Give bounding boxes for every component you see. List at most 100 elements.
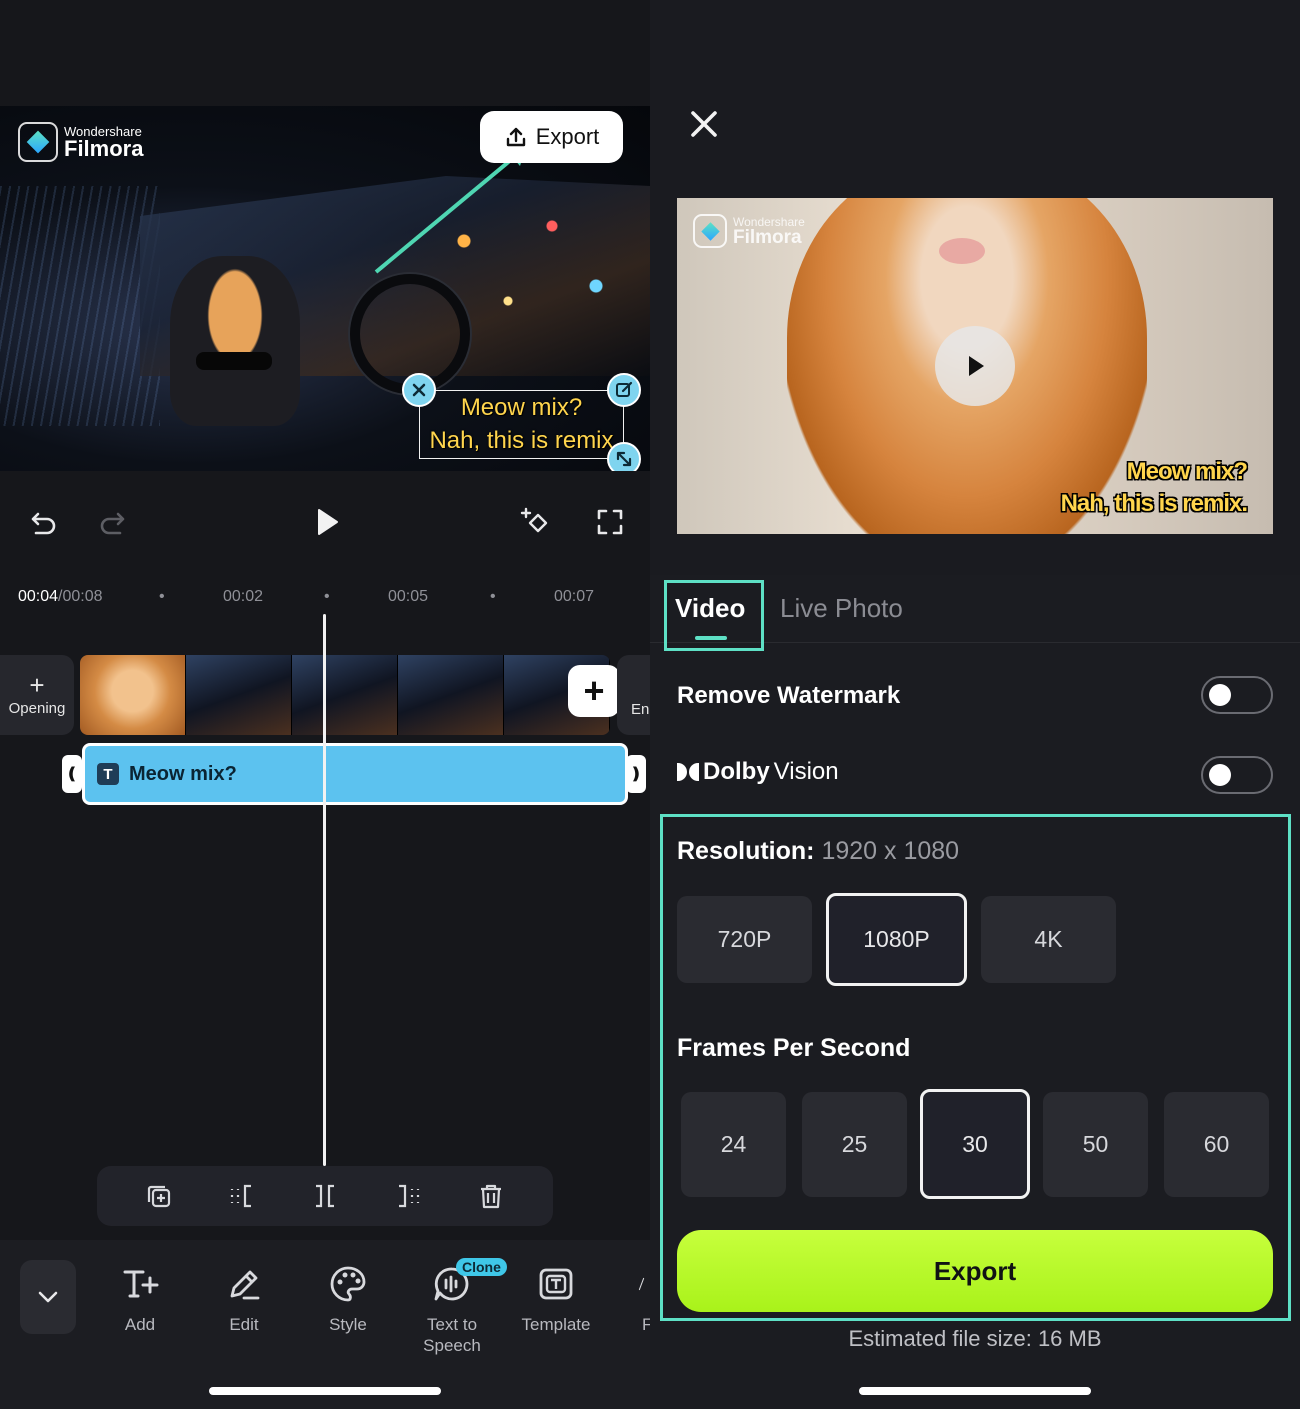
undo-icon (31, 512, 56, 535)
video-clip-track[interactable] (80, 655, 610, 735)
export-preview[interactable]: Wondershare Filmora Meow mix? Nah, this … (677, 198, 1273, 534)
resolution-1080p[interactable]: 1080P (826, 893, 967, 986)
text-clip-icon: T (97, 763, 119, 785)
close-icon (412, 383, 426, 397)
duplicate-icon (147, 1185, 170, 1208)
add-text-icon (123, 1270, 159, 1298)
play-icon (969, 356, 984, 376)
add-opening-button[interactable]: + Opening (0, 655, 74, 735)
fullscreen-icon (597, 509, 623, 535)
tool-text-to-speech[interactable]: Text to Speech (400, 1262, 504, 1356)
resolution-4k[interactable]: 4K (981, 896, 1116, 983)
trash-icon (481, 1184, 502, 1209)
clip-thumbnail (80, 655, 186, 735)
add-clip-button[interactable]: + (568, 665, 620, 717)
split-icon (315, 1184, 334, 1208)
tool-edit[interactable]: Edit (192, 1262, 296, 1335)
home-indicator (209, 1387, 441, 1395)
upload-icon (506, 127, 525, 147)
ruler-tick: 00:02 (223, 588, 264, 605)
current-time: 00:04 (18, 588, 59, 605)
fps-50[interactable]: 50 (1043, 1092, 1148, 1197)
resize-icon (616, 451, 632, 467)
export-tabs: Video Live Photo (650, 575, 1300, 651)
palette-icon (330, 1266, 366, 1302)
tool-style-label: Style (329, 1315, 367, 1334)
tab-video[interactable]: Video (675, 593, 745, 624)
brand-small-text: Wondershare (733, 214, 805, 229)
preview-play-button[interactable] (935, 326, 1015, 406)
play-icon (318, 509, 338, 535)
add-ending-button[interactable]: En (617, 655, 650, 735)
fps-24[interactable]: 24 (681, 1092, 786, 1197)
resolution-heading: Resolution: 1920 x 1080 (677, 837, 959, 866)
trim-end-button[interactable] (391, 1179, 425, 1213)
tool-font[interactable]: F (592, 1262, 650, 1335)
chevron-down-icon (38, 1291, 58, 1303)
pencil-icon (230, 1270, 260, 1300)
clip-thumbnail (398, 655, 504, 735)
redo-button[interactable] (90, 500, 134, 544)
tool-tts-label: Text to Speech (423, 1315, 481, 1355)
edit-text-handle[interactable] (607, 373, 641, 407)
rain-window (0, 186, 160, 426)
delete-text-handle[interactable] (402, 373, 436, 407)
tool-add-label: Add (124, 1315, 156, 1334)
tool-style[interactable]: Style (296, 1262, 400, 1335)
editor-screen: Wondershare Filmora Meow mix? Nah, this … (0, 0, 650, 1409)
tool-font-label: F (642, 1315, 650, 1334)
filmora-watermark-preview: Wondershare Filmora (693, 214, 805, 248)
tab-live-photo[interactable]: Live Photo (780, 593, 903, 624)
clip-thumbnail (186, 655, 292, 735)
cat-figure (170, 256, 300, 426)
total-time: /00:08 (58, 588, 103, 605)
tool-edit-label: Edit (229, 1315, 259, 1334)
delete-button[interactable] (474, 1179, 508, 1213)
export-button-top[interactable]: Export (480, 111, 623, 163)
remove-watermark-toggle[interactable] (1201, 676, 1273, 714)
fullscreen-button[interactable] (588, 500, 632, 544)
undo-button[interactable] (22, 500, 66, 544)
tool-add[interactable]: Add (88, 1262, 192, 1335)
preview-caption-line-1: Meow mix? (1126, 458, 1248, 485)
close-button[interactable] (686, 106, 722, 142)
export-button[interactable]: Export (677, 1230, 1273, 1312)
export-settings: Video Live Photo Remove Watermark Dolby … (650, 575, 1300, 1409)
trim-start-button[interactable] (225, 1179, 259, 1213)
clone-badge: Clone (456, 1258, 507, 1276)
clip-thumbnail (292, 655, 398, 735)
bottom-toolbar: Add Edit Style Text to Speech Clone Temp… (0, 1240, 650, 1409)
resolution-720p[interactable]: 720P (677, 896, 812, 983)
remove-watermark-label: Remove Watermark (677, 682, 901, 709)
play-button[interactable] (304, 500, 348, 544)
text-track-right-handle[interactable]: ❫ (626, 755, 646, 793)
dolby-logo-icon (677, 763, 699, 781)
opening-label: Opening (8, 699, 66, 717)
text-overlay-box[interactable]: Meow mix? Nah, this is remix (419, 390, 624, 459)
text-overlay-line-1: Meow mix? (460, 394, 583, 421)
estimated-file-size: Estimated file size: 16 MB (848, 1326, 1102, 1351)
text-clip-track[interactable]: T Meow mix? (82, 743, 628, 805)
split-button[interactable] (308, 1179, 342, 1213)
text-overlay-line-2: Nah, this is remix (429, 427, 614, 454)
text-track-left-handle[interactable]: ❪ (62, 755, 82, 793)
playhead[interactable] (323, 614, 326, 1166)
fps-60[interactable]: 60 (1164, 1092, 1269, 1197)
font-icon (638, 1277, 645, 1291)
active-tab-indicator (695, 636, 727, 640)
fps-30[interactable]: 30 (920, 1089, 1030, 1199)
dolby-vision-toggle[interactable] (1201, 756, 1273, 794)
filmora-logo-icon (18, 122, 58, 162)
filmora-logo-icon (693, 214, 727, 248)
brand-big-text: Filmora (64, 135, 144, 161)
resolution-label: Resolution: (677, 837, 815, 865)
keyframe-button[interactable] (512, 500, 556, 544)
duplicate-button[interactable] (142, 1179, 176, 1213)
dolby-suffix: Vision (773, 758, 839, 785)
keyframe-add-icon (520, 507, 548, 533)
time-readout: 00:04/00:08 (18, 588, 103, 606)
collapse-button[interactable] (20, 1260, 76, 1334)
export-label-top: Export (535, 124, 600, 149)
resize-text-handle[interactable] (607, 442, 641, 471)
fps-25[interactable]: 25 (802, 1092, 907, 1197)
